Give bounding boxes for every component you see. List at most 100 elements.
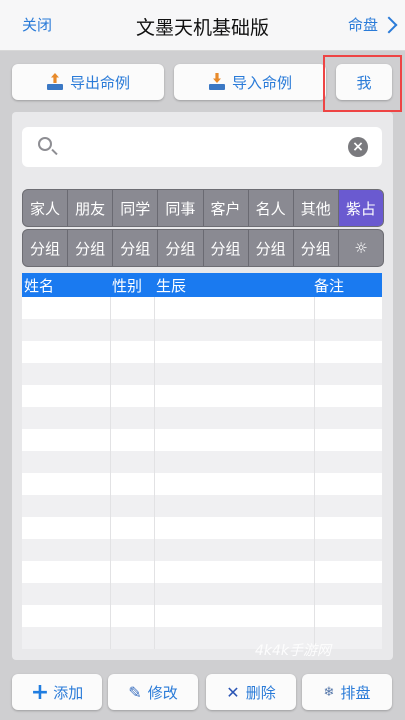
tab-group[interactable]: 分组 (249, 230, 294, 266)
column-divider (154, 407, 155, 429)
group-settings-button[interactable]: ☼ (339, 230, 383, 266)
import-label: 导入命例 (231, 73, 292, 92)
column-divider (110, 605, 111, 627)
tab-group[interactable]: 分组 (68, 230, 114, 266)
export-button[interactable]: 导出命例 (12, 64, 164, 100)
table-row[interactable] (22, 297, 382, 319)
column-divider (154, 495, 155, 517)
tab-category[interactable]: 客户 (204, 190, 249, 226)
edit-button[interactable]: ✎ 修改 (108, 674, 198, 710)
table-row[interactable] (22, 363, 382, 385)
column-divider (110, 495, 111, 517)
column-divider (154, 583, 155, 605)
chart-nav-label: 命盘 (347, 16, 378, 34)
header-gender: 性别 (112, 277, 143, 295)
column-divider (154, 539, 155, 561)
tab-category[interactable]: 名人 (249, 190, 294, 226)
column-divider (110, 451, 111, 473)
group-tabs: 分组 分组 分组 分组 分组 分组 分组 ☼ (22, 229, 384, 267)
column-divider (154, 605, 155, 627)
import-button[interactable]: 导入命例 (174, 64, 326, 100)
tab-group[interactable]: 分组 (294, 230, 339, 266)
column-divider (154, 561, 155, 583)
column-divider (314, 451, 315, 473)
add-label: 添加 (53, 683, 84, 702)
tab-category[interactable]: 同事 (158, 190, 204, 226)
tab-group[interactable]: 分组 (158, 230, 204, 266)
tab-group[interactable]: 分组 (23, 230, 69, 266)
column-divider (314, 539, 315, 561)
chart-button[interactable]: ❄ 排盘 (302, 674, 392, 710)
edit-label: 修改 (147, 683, 178, 702)
column-divider (314, 605, 315, 627)
tab-category[interactable]: 同学 (113, 190, 159, 226)
column-divider (154, 341, 155, 363)
column-divider (110, 407, 111, 429)
snowflake-icon: ❄ (323, 684, 335, 700)
column-divider (314, 517, 315, 539)
table-header: 姓名 性别 生辰 备注 (22, 273, 382, 297)
pencil-icon: ✎ (128, 682, 142, 702)
tab-category[interactable]: 朋友 (68, 190, 114, 226)
column-divider (110, 583, 111, 605)
table-row[interactable] (22, 583, 382, 605)
column-divider (110, 517, 111, 539)
header-note: 备注 (314, 277, 345, 295)
search-icon (38, 137, 52, 151)
table-row[interactable] (22, 341, 382, 363)
column-divider (154, 429, 155, 451)
column-divider (110, 429, 111, 451)
column-divider (154, 297, 155, 319)
table-row[interactable] (22, 495, 382, 517)
column-divider (314, 385, 315, 407)
table-row[interactable] (22, 407, 382, 429)
table-row[interactable] (22, 385, 382, 407)
chevron-right-icon (380, 16, 398, 33)
table-row[interactable] (22, 517, 382, 539)
column-divider (314, 297, 315, 319)
search-bar: × (22, 127, 382, 167)
tab-category[interactable]: 紫占 (338, 190, 383, 226)
table-row[interactable] (22, 605, 382, 627)
delete-icon: ✕ (226, 682, 240, 702)
column-divider (110, 297, 111, 319)
table-row[interactable] (22, 561, 382, 583)
column-divider (110, 539, 111, 561)
column-divider (314, 561, 315, 583)
table-row[interactable] (22, 319, 382, 341)
table-row[interactable] (22, 429, 382, 451)
column-divider (314, 407, 315, 429)
header-birth: 生辰 (156, 277, 187, 295)
plus-icon: + (30, 679, 50, 705)
column-divider (314, 473, 315, 495)
tab-category[interactable]: 其他 (294, 190, 339, 226)
column-divider (154, 319, 155, 341)
tab-group[interactable]: 分组 (113, 230, 159, 266)
column-divider (314, 363, 315, 385)
category-tabs: 家人 朋友 同学 同事 客户 名人 其他 紫占 (22, 189, 384, 227)
chart-nav-button[interactable]: 命盘 (347, 14, 398, 35)
clear-icon[interactable]: × (348, 137, 368, 157)
watermark: 4k4k手游网 (255, 643, 332, 659)
column-divider (314, 583, 315, 605)
chart-label: 排盘 (340, 683, 371, 702)
column-divider (154, 517, 155, 539)
tab-category[interactable]: 家人 (23, 190, 69, 226)
nav-bar: 关闭 文墨天机基础版 命盘 (0, 0, 405, 51)
column-divider (110, 473, 111, 495)
table-row[interactable] (22, 473, 382, 495)
table-row[interactable] (22, 539, 382, 561)
tab-group[interactable]: 分组 (204, 230, 249, 266)
import-icon (208, 73, 226, 91)
delete-label: 删除 (245, 683, 276, 702)
column-divider (154, 473, 155, 495)
column-divider (154, 451, 155, 473)
delete-button[interactable]: ✕ 删除 (206, 674, 296, 710)
add-button[interactable]: + 添加 (12, 674, 102, 710)
highlight-box (323, 55, 402, 112)
header-name: 姓名 (24, 277, 55, 295)
column-divider (154, 627, 155, 649)
search-input[interactable] (62, 133, 346, 163)
table-row[interactable] (22, 451, 382, 473)
column-divider (110, 341, 111, 363)
